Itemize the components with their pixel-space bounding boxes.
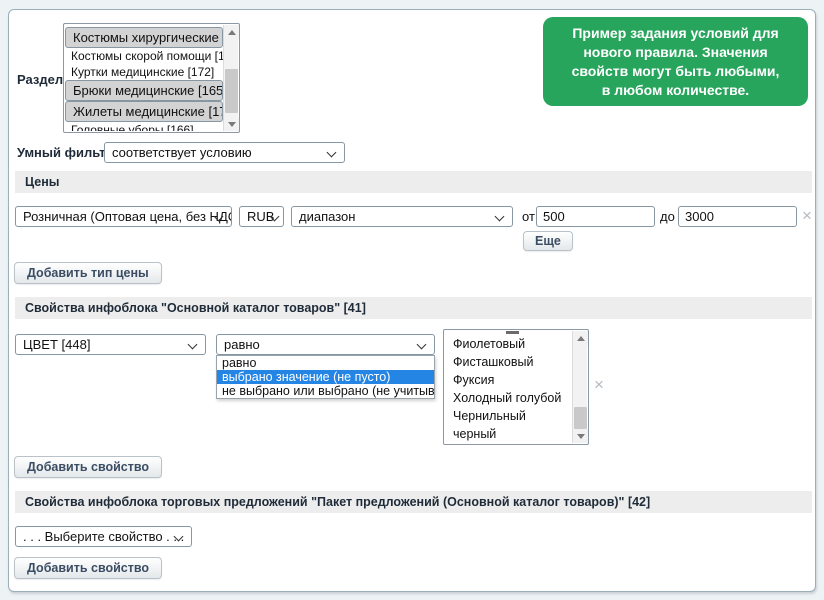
- section-listbox[interactable]: Костюмы хирургические [171]Костюмы скоро…: [63, 23, 240, 133]
- remove-price-row-icon[interactable]: ×: [802, 207, 812, 225]
- section-header-prices: Цены: [15, 171, 812, 193]
- help-note-line: в любом количестве.: [602, 81, 749, 100]
- help-note-line: Пример задания условий для: [572, 24, 778, 43]
- chevron-down-icon: [417, 340, 427, 350]
- section-label: Раздел:: [17, 72, 67, 87]
- list-item[interactable]: Холодный голубой: [445, 389, 572, 407]
- operator-select-value: равно: [224, 337, 260, 352]
- smart-filter-label: Умный фильтр:: [17, 145, 118, 160]
- property-select-value: ЦВЕТ [448]: [23, 337, 90, 352]
- help-note: Пример задания условий длянового правила…: [543, 17, 808, 106]
- scroll-up-arrow-icon[interactable]: [573, 331, 588, 345]
- price-mode-select-value: диапазон: [299, 209, 355, 224]
- list-item[interactable]: Головные уборы [166]: [65, 122, 223, 131]
- more-button[interactable]: Еще: [523, 231, 573, 251]
- offer-property-select-value: . . . Выберите свойство . . .: [23, 529, 184, 544]
- price-to-label: до: [660, 209, 675, 224]
- help-note-line: свойств могут быть любыми,: [572, 62, 780, 81]
- property-select[interactable]: ЦВЕТ [448]: [15, 334, 206, 355]
- scroll-down-arrow-icon[interactable]: [573, 429, 588, 443]
- chevron-down-icon: [327, 148, 337, 158]
- currency-select[interactable]: RUB: [239, 206, 284, 227]
- scrollbar-thumb[interactable]: [574, 407, 587, 429]
- offer-property-select[interactable]: . . . Выберите свойство . . .: [15, 526, 192, 547]
- dropdown-option[interactable]: равно: [217, 356, 434, 370]
- list-item[interactable]: Чернильный: [445, 407, 572, 425]
- list-item[interactable]: Фисташковый: [445, 353, 572, 371]
- rule-conditions-panel: Раздел: Костюмы хирургические [171]Костю…: [8, 9, 816, 592]
- scroll-up-arrow-icon[interactable]: [224, 25, 239, 39]
- list-item[interactable]: Брюки медицинские [165]: [65, 80, 223, 101]
- dropdown-option[interactable]: выбрано значение (не пусто): [217, 370, 434, 384]
- list-item[interactable]: Жилеты медицинские [179]: [65, 101, 223, 122]
- help-note-line: нового правила. Значения: [583, 43, 767, 62]
- add-price-type-button[interactable]: Добавить тип цены: [14, 262, 162, 284]
- list-item[interactable]: Фуксия: [445, 371, 572, 389]
- section-header-offer-properties: Свойства инфоблока торговых предложений …: [15, 491, 812, 513]
- price-mode-select[interactable]: диапазон: [291, 206, 513, 227]
- dropdown-option[interactable]: не выбрано или выбрано (не учитывать): [217, 384, 434, 398]
- scrollbar-thumb[interactable]: [225, 69, 238, 113]
- values-listbox-scrollbar[interactable]: [572, 331, 587, 443]
- smart-filter-select[interactable]: соответствует условию: [104, 142, 345, 163]
- price-type-select-value: Розничная (Оптовая цена, без НДС) [1]: [23, 209, 232, 224]
- property-values-listbox[interactable]: ФиолетовыйФисташковыйФуксияХолодный голу…: [443, 329, 589, 445]
- scroll-down-arrow-icon[interactable]: [224, 117, 239, 131]
- chevron-down-icon: [188, 340, 198, 350]
- section-listbox-scrollbar[interactable]: [223, 25, 238, 131]
- property-values-items: ФиолетовыйФисташковыйФуксияХолодный голу…: [445, 331, 572, 443]
- list-item[interactable]: Костюмы скорой помощи [170]: [65, 48, 223, 64]
- list-item[interactable]: Фиолетовый: [445, 335, 572, 353]
- list-item[interactable]: черный: [445, 425, 572, 443]
- section-listbox-items: Костюмы хирургические [171]Костюмы скоро…: [65, 25, 223, 131]
- add-property-button[interactable]: Добавить свойство: [14, 456, 162, 478]
- operator-select[interactable]: равно: [216, 334, 435, 355]
- price-to-input[interactable]: [678, 206, 797, 227]
- price-type-select[interactable]: Розничная (Оптовая цена, без НДС) [1]: [15, 206, 232, 227]
- smart-filter-select-value: соответствует условию: [112, 145, 252, 160]
- operator-dropdown-list: равновыбрано значение (не пусто)не выбра…: [216, 355, 435, 399]
- list-item[interactable]: Костюмы хирургические [171]: [65, 27, 223, 48]
- remove-property-row-icon[interactable]: ×: [594, 376, 604, 394]
- add-offer-property-button[interactable]: Добавить свойство: [14, 557, 162, 579]
- section-header-properties: Свойства инфоблока "Основной каталог тов…: [15, 297, 812, 319]
- list-item[interactable]: Куртки медицинские [172]: [65, 64, 223, 80]
- price-from-label: от: [522, 209, 535, 224]
- chevron-down-icon: [495, 212, 505, 222]
- price-from-input[interactable]: [536, 206, 655, 227]
